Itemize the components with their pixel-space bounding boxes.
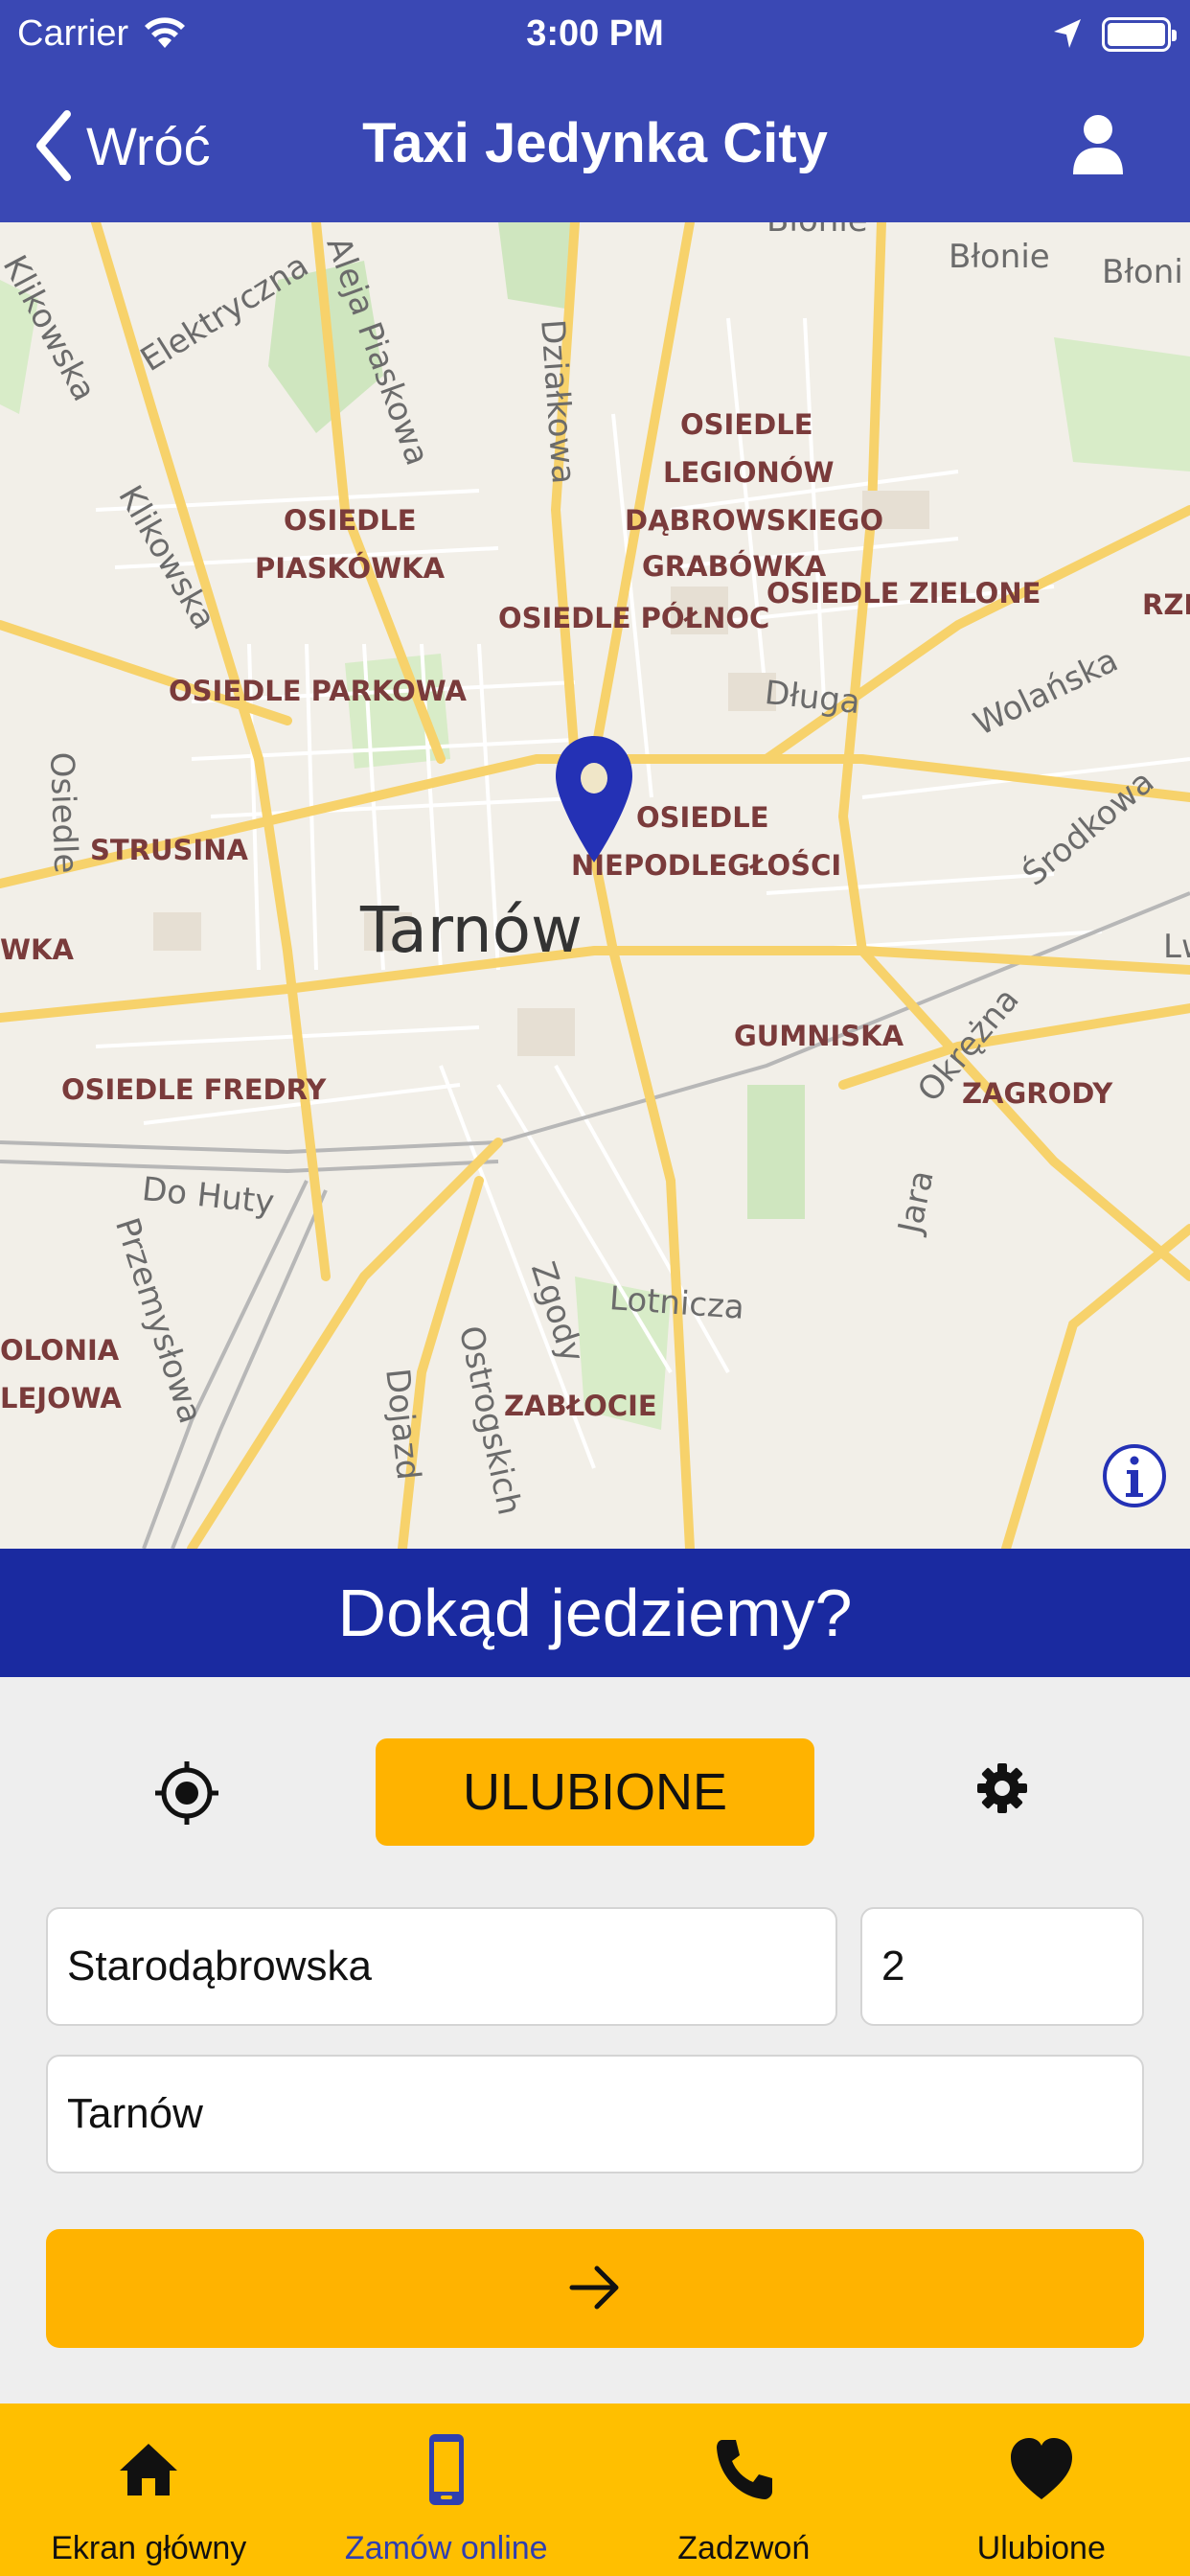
home-icon (120, 2444, 178, 2496)
favorites-button[interactable]: ULUBIONE (376, 1738, 814, 1846)
district-label: OSIEDLE ZIELONE (767, 577, 1041, 610)
district-label: OSIEDLE (680, 408, 813, 441)
tab-label: Zamów online (344, 2530, 548, 2566)
heart-icon (1010, 2438, 1072, 2499)
district-label: OSIEDLE PÓŁNOC (498, 602, 770, 634)
district-label: OSIEDLE (636, 801, 769, 834)
user-icon[interactable] (1071, 113, 1125, 176)
district-label: RZĘ (1142, 588, 1190, 621)
district-label: DĄBROWSKIEGO (625, 504, 884, 537)
tab-label: Ulubione (976, 2530, 1106, 2566)
city-label: Tarnów (360, 893, 583, 967)
tab-home[interactable]: Ekran główny (0, 2404, 298, 2576)
district-label: ZABŁOCIE (504, 1390, 657, 1422)
street-label: Błoni (1102, 253, 1183, 291)
destination-question: Dokąd jedziemy? (0, 1549, 1190, 1677)
smartphone-icon (428, 2434, 464, 2505)
district-label: OLONIA (0, 1334, 120, 1367)
district-label: ZAGRODY (962, 1077, 1113, 1110)
tab-call[interactable]: Zadzwoń (595, 2404, 893, 2576)
street-label: Błonie (767, 222, 868, 240)
top-bar: Carrier 3:00 PM Wróć Taxi Jedynka City (0, 0, 1190, 222)
tab-bar: Ekran główny Zamów online Zadzwoń Ulubio… (0, 2404, 1190, 2576)
district-label: OSIEDLE (284, 504, 417, 537)
nav-bar: Wróć Taxi Jedynka City (0, 73, 1190, 222)
district-label: WKA (0, 933, 74, 966)
tab-favorites[interactable]: Ulubione (893, 2404, 1190, 2576)
street-label: Błonie (949, 238, 1050, 276)
district-label: OSIEDLE PARKOWA (169, 675, 467, 707)
page-title: Taxi Jedynka City (362, 112, 828, 174)
street-label: Osiedle (42, 751, 85, 875)
info-icon[interactable] (1102, 1443, 1167, 1508)
house-number-input[interactable] (860, 1907, 1144, 2026)
tab-label: Ekran główny (51, 2530, 247, 2566)
district-label: STRUSINA (90, 834, 248, 866)
district-label: OSIEDLE FREDRY (61, 1073, 327, 1106)
status-time: 3:00 PM (526, 13, 664, 54)
arrow-right-icon (569, 2266, 619, 2309)
district-label: PIASKÓWKA (255, 552, 446, 585)
status-bar: Carrier 3:00 PM (0, 0, 1190, 73)
crosshair-icon[interactable] (153, 1760, 220, 1827)
district-label: LEGIONÓW (663, 456, 835, 489)
destination-form: ULUBIONE (0, 1677, 1190, 2404)
district-label: LEJOWA (0, 1382, 122, 1414)
location-pin-icon[interactable] (552, 732, 636, 866)
location-arrow-icon (1054, 19, 1081, 48)
tab-order-online[interactable]: Zamów online (298, 2404, 596, 2576)
tab-label: Zadzwoń (677, 2530, 811, 2566)
phone-icon (717, 2440, 773, 2499)
map-view[interactable]: Klikowska Elektryczna Aleja Piaskowa Dzi… (0, 222, 1190, 1549)
battery-icon (1102, 17, 1177, 52)
street-input[interactable] (46, 1907, 837, 2026)
city-input[interactable] (46, 2055, 1144, 2174)
continue-button[interactable] (46, 2229, 1144, 2348)
gear-icon[interactable] (975, 1761, 1029, 1815)
district-label: GUMNISKA (734, 1020, 904, 1052)
street-label: Lw (1163, 928, 1190, 966)
